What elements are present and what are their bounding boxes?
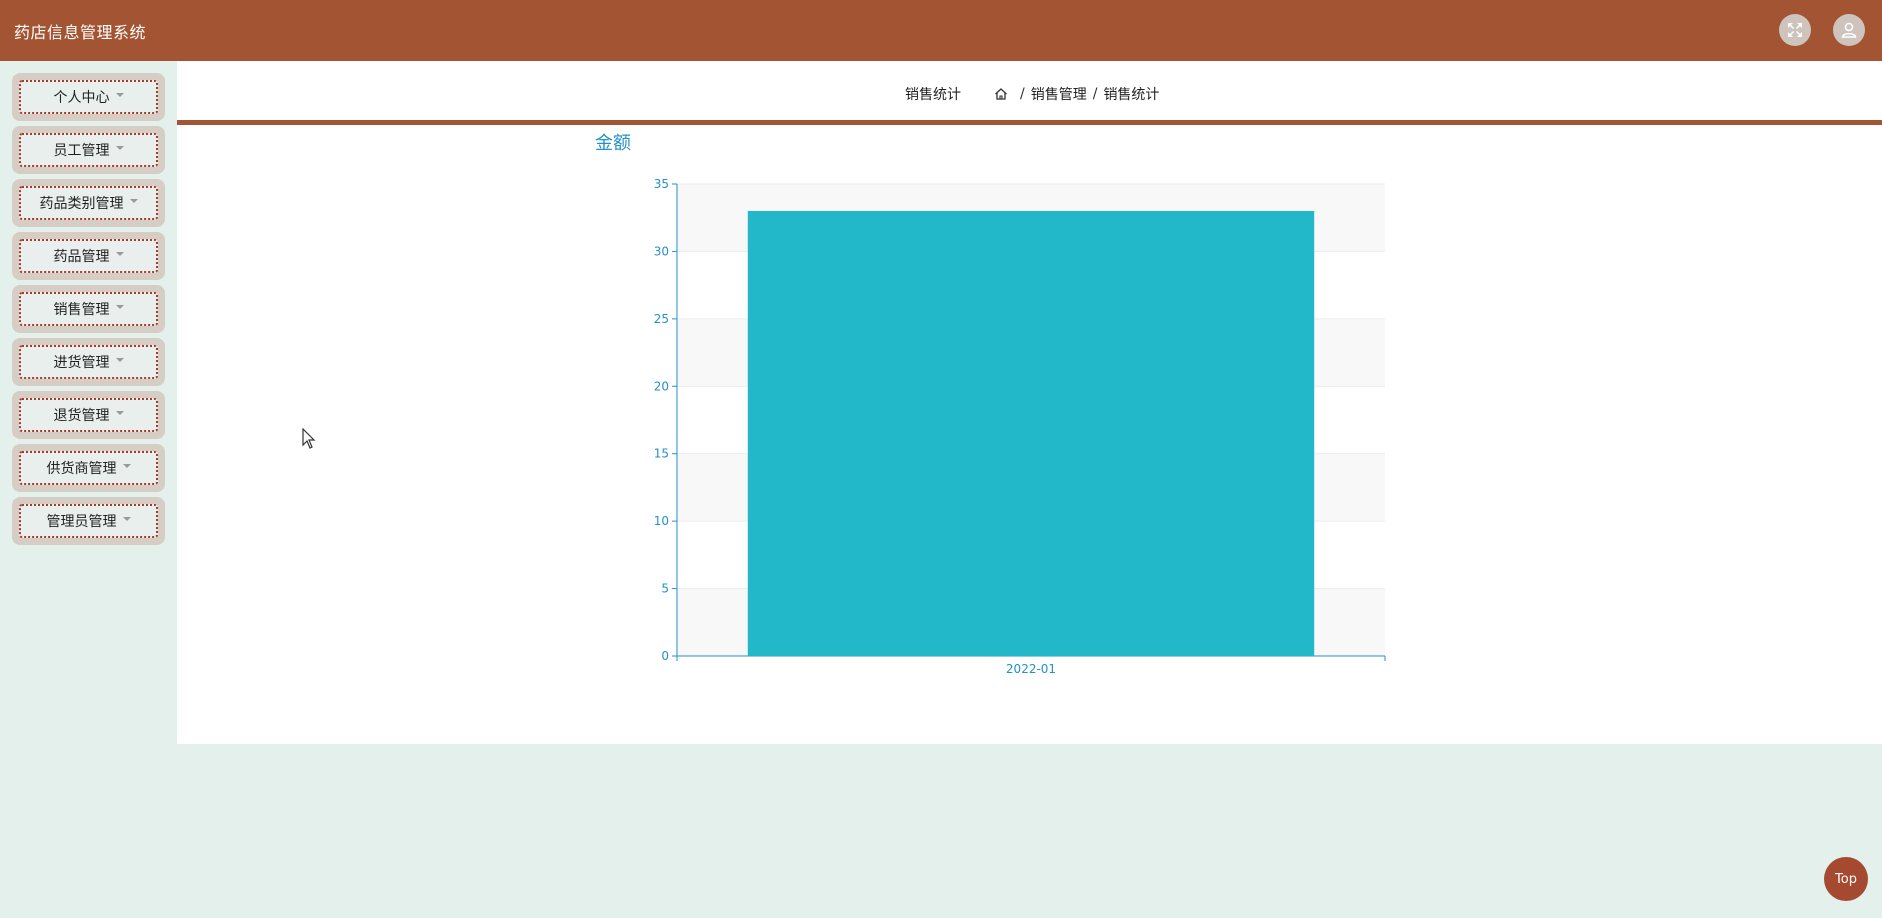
mouse-cursor-icon: [302, 428, 316, 449]
sidebar: 个人中心 员工管理 药品类别管理 药品管理 销售管理 进货管理 退货管理 供货商…: [0, 61, 176, 918]
y-tick-label: 25: [654, 312, 669, 326]
sidebar-item-drug-category[interactable]: 药品类别管理: [12, 179, 165, 227]
app-title: 药店信息管理系统: [14, 23, 147, 42]
user-icon-glyph: [1841, 22, 1857, 38]
caret-down-icon: [115, 146, 124, 150]
sidebar-item-returns-button[interactable]: 退货管理: [19, 398, 158, 432]
caret-down-icon: [115, 93, 124, 97]
caret-down-icon: [115, 411, 124, 415]
main-content: 销售统计 / 销售管理 / 销售统计 金额 0 5 10 15 20 25 30 35 2022…: [177, 61, 1882, 744]
breadcrumb-separator: /: [1020, 86, 1025, 102]
sidebar-item-personal-center-button[interactable]: 个人中心: [19, 80, 158, 114]
sidebar-item-suppliers[interactable]: 供货商管理: [12, 444, 165, 492]
back-to-top-button[interactable]: Top: [1824, 857, 1868, 901]
caret-down-icon: [115, 358, 124, 362]
sidebar-item-admins[interactable]: 管理员管理: [12, 497, 165, 545]
sidebar-item-sales[interactable]: 销售管理: [12, 285, 165, 333]
chart-panel: 金额 0 5 10 15 20 25 30 35 2022-01: [177, 125, 1882, 744]
sidebar-item-purchase-button[interactable]: 进货管理: [19, 345, 158, 379]
sidebar-item-drugs-button[interactable]: 药品管理: [19, 239, 158, 273]
sidebar-item-label: 销售管理: [53, 302, 110, 318]
sidebar-item-sales-button[interactable]: 销售管理: [19, 292, 158, 326]
caret-down-icon: [122, 464, 131, 468]
user-icon[interactable]: [1833, 14, 1865, 46]
sidebar-item-label: 进货管理: [53, 355, 110, 371]
breadcrumb-item-sales[interactable]: 销售管理: [1031, 84, 1087, 104]
y-tick-label: 10: [654, 514, 669, 528]
caret-down-icon: [122, 517, 131, 521]
home-icon[interactable]: [994, 87, 1008, 101]
sidebar-item-drugs[interactable]: 药品管理: [12, 232, 165, 280]
caret-down-icon: [115, 305, 124, 309]
sidebar-item-label: 药品管理: [53, 249, 110, 265]
fullscreen-icon-glyph: [1788, 23, 1802, 37]
page-title: 销售统计: [905, 87, 961, 103]
y-tick-label: 15: [654, 447, 669, 461]
sales-bar-chart: 0 5 10 15 20 25 30 35 2022-01: [654, 177, 1386, 676]
sidebar-item-purchase[interactable]: 进货管理: [12, 338, 165, 386]
top-bar: 药店信息管理系统: [0, 0, 1882, 61]
fullscreen-icon[interactable]: [1779, 14, 1811, 46]
y-tick-label: 20: [654, 379, 669, 393]
sidebar-item-returns[interactable]: 退货管理: [12, 391, 165, 439]
page-header: 销售统计 / 销售管理 / 销售统计: [177, 61, 1882, 120]
y-tick-label: 5: [661, 582, 669, 596]
sidebar-item-personal-center[interactable]: 个人中心: [12, 73, 165, 121]
sidebar-item-label: 管理员管理: [46, 514, 117, 530]
sidebar-item-staff[interactable]: 员工管理: [12, 126, 165, 174]
sidebar-item-staff-button[interactable]: 员工管理: [19, 133, 158, 167]
y-tick-label: 35: [654, 177, 669, 191]
breadcrumb-item-sales-stats: 销售统计: [1103, 87, 1160, 103]
caret-down-icon: [129, 199, 138, 203]
chart-bar: [747, 210, 1315, 656]
sidebar-item-suppliers-button[interactable]: 供货商管理: [19, 451, 158, 485]
sidebar-item-label: 供货商管理: [46, 461, 117, 477]
y-tick-label: 0: [661, 649, 669, 663]
sidebar-item-label: 退货管理: [53, 408, 110, 424]
sidebar-item-label: 个人中心: [53, 90, 110, 106]
breadcrumb: / 销售管理 / 销售统计: [994, 84, 1159, 104]
sidebar-item-drug-category-button[interactable]: 药品类别管理: [19, 186, 158, 220]
sidebar-item-admins-button[interactable]: 管理员管理: [19, 504, 158, 538]
sidebar-item-label: 药品类别管理: [39, 196, 124, 212]
breadcrumb-separator: /: [1092, 86, 1098, 102]
x-tick-label: 2022-01: [1006, 662, 1056, 676]
caret-down-icon: [115, 252, 124, 256]
sidebar-item-label: 员工管理: [53, 143, 110, 159]
y-tick-label: 30: [654, 244, 669, 258]
